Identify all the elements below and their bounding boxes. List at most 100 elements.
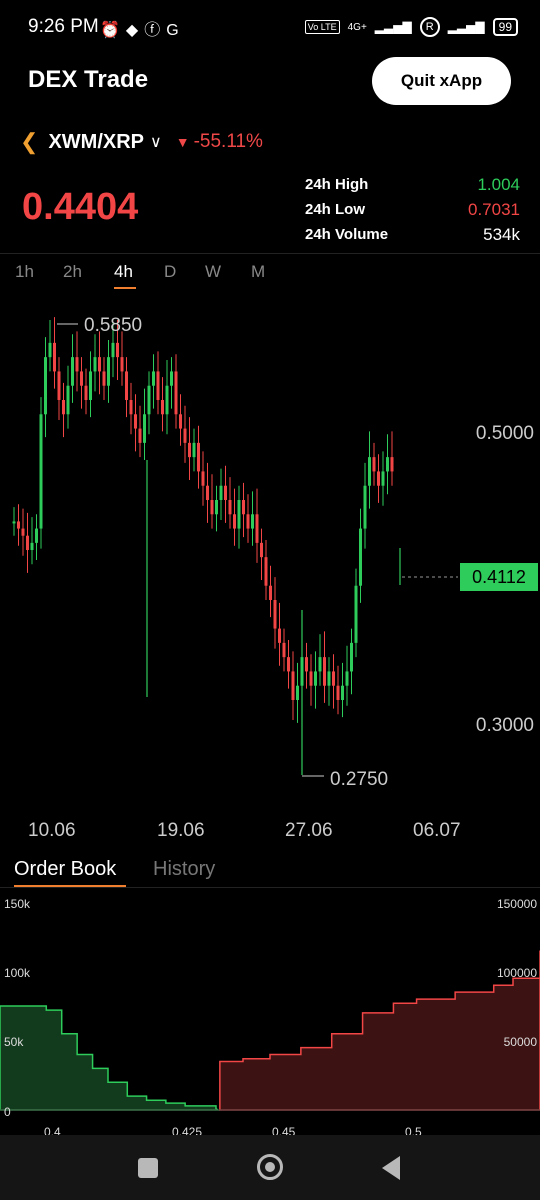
candle-body xyxy=(336,685,340,700)
high-label: 24h High xyxy=(305,176,369,193)
tab-order-book[interactable]: Order Book xyxy=(14,858,116,881)
status-right: Vo LTE 4G+ ▂▃▅▇ R ▂▃▅▇ 99 xyxy=(304,14,518,40)
candle-body xyxy=(323,657,326,686)
pair-name[interactable]: XWM/XRP xyxy=(48,131,144,154)
max-price-label: 0.5850 xyxy=(84,315,143,336)
page-title: DEX Trade xyxy=(28,66,149,93)
candle-body xyxy=(134,414,137,429)
candle-body xyxy=(363,485,367,529)
signal-icon: ▂▃▅▇ xyxy=(374,20,412,34)
volte-icon: Vo LTE xyxy=(304,20,340,34)
roaming-badge: R xyxy=(419,17,440,37)
depth-y-label-left: 150k xyxy=(4,897,31,911)
discord-icon: ◆ xyxy=(125,22,145,39)
tab-m[interactable]: M xyxy=(251,262,265,282)
candle-body xyxy=(309,671,313,686)
volume-label: 24h Volume xyxy=(305,226,389,243)
candle-body xyxy=(219,485,223,500)
candle-body xyxy=(39,414,43,529)
candle-body xyxy=(264,557,268,586)
candle-body xyxy=(291,671,295,700)
candle-body xyxy=(12,521,16,524)
price-change: -55.11% xyxy=(193,131,263,152)
candle-body xyxy=(224,485,227,500)
candle-body xyxy=(341,685,344,700)
candle-body xyxy=(26,535,29,550)
pair-selector-row: ❮ XWM/XRP ∨ ▼ -55.11% xyxy=(20,128,263,156)
candle-body xyxy=(44,357,47,415)
tab-4h[interactable]: 4h xyxy=(114,262,133,282)
active-tab-indicator xyxy=(114,287,136,289)
candle-body xyxy=(57,371,61,400)
candle-body xyxy=(390,457,394,472)
candle-body xyxy=(120,357,124,372)
candle-body xyxy=(345,671,349,686)
candle-body xyxy=(359,528,362,586)
candle-body xyxy=(152,371,155,386)
candle-body xyxy=(89,371,92,400)
candle-body xyxy=(17,521,20,529)
status-bar: 9:26 PM ⏰◆ⓕG Vo LTE 4G+ ▂▃▅▇ R ▂▃▅▇ 99 xyxy=(0,0,540,56)
candle-body xyxy=(30,542,34,550)
recents-square-icon[interactable] xyxy=(138,1158,158,1178)
current-price-label: 0.4112 xyxy=(460,563,538,591)
home-circle-inner-icon xyxy=(265,1162,275,1172)
candle-body xyxy=(354,585,358,643)
candle-body xyxy=(215,500,218,515)
candle-body xyxy=(183,428,187,443)
y-tick-label: 0.5000 xyxy=(475,423,534,444)
tab-history[interactable]: History xyxy=(153,858,215,881)
ask-depth-area xyxy=(219,950,540,1111)
low-value: 0.7031 xyxy=(468,200,520,219)
candle-body xyxy=(138,428,142,443)
tab-1h[interactable]: 1h xyxy=(15,262,34,282)
candle-body xyxy=(386,457,389,472)
google-icon: G xyxy=(166,22,185,39)
network-label: 4G+ xyxy=(347,21,367,33)
candle-body xyxy=(314,671,317,686)
candle-body xyxy=(287,657,290,672)
candle-body xyxy=(278,628,281,643)
notification-icons: ⏰◆ⓕG xyxy=(100,16,185,40)
high-value: 1.004 xyxy=(477,175,520,194)
back-icon[interactable]: ❮ xyxy=(20,129,38,155)
candle-body xyxy=(75,357,79,372)
candle-body xyxy=(381,471,385,486)
candle-body xyxy=(372,457,376,472)
candle-body xyxy=(273,600,277,629)
depth-y-label-left: 50k xyxy=(4,1035,24,1049)
divider xyxy=(0,253,540,254)
candle-body xyxy=(102,371,106,386)
candle-body xyxy=(318,657,322,672)
depth-y-label-left: 100k xyxy=(4,966,31,980)
candle-body xyxy=(251,514,254,529)
candle-body xyxy=(201,471,205,486)
candle-body xyxy=(143,414,146,443)
candle-body xyxy=(282,642,286,658)
alarm-icon: ⏰ xyxy=(100,22,126,39)
tab-2h[interactable]: 2h xyxy=(63,262,82,282)
tab-d[interactable]: D xyxy=(164,262,176,282)
chevron-down-icon[interactable]: ∨ xyxy=(150,132,162,152)
candle-body xyxy=(188,442,191,458)
depth-y-label-right: 50000 xyxy=(503,1035,537,1049)
depth-chart[interactable] xyxy=(0,890,540,1135)
last-price: 0.4404 xyxy=(22,186,139,228)
candle-body xyxy=(62,400,65,415)
quit-xapp-button[interactable]: Quit xApp xyxy=(372,57,511,105)
facebook-icon: ⓕ xyxy=(144,22,167,39)
candle-body xyxy=(242,500,245,515)
tab-w[interactable]: W xyxy=(205,262,221,282)
candle-body xyxy=(350,642,353,672)
back-triangle-icon[interactable] xyxy=(382,1156,400,1180)
x-tick-label: 10.06 xyxy=(28,820,76,841)
candle-body xyxy=(237,500,241,529)
candle-body xyxy=(327,671,331,686)
candle-body xyxy=(192,442,196,458)
candlestick-chart[interactable] xyxy=(0,300,540,800)
x-tick-label: 06.07 xyxy=(413,820,461,841)
candle-body xyxy=(111,342,115,358)
candle-body xyxy=(84,385,88,400)
candle-body xyxy=(377,471,380,486)
candle-body xyxy=(296,685,299,700)
